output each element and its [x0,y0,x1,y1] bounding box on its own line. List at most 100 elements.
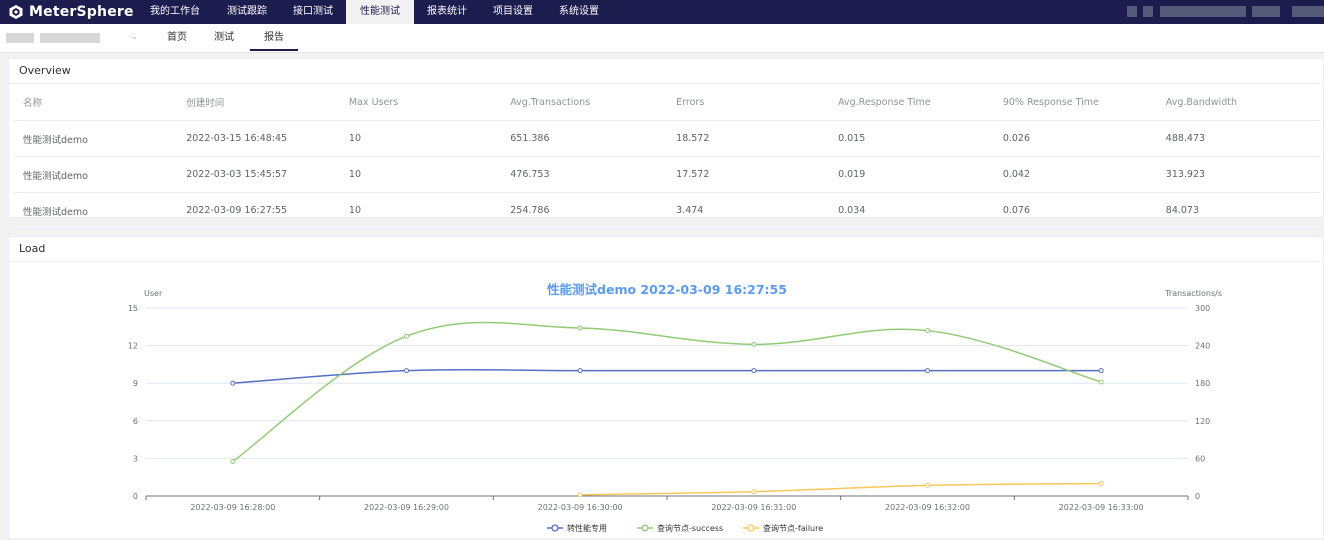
column-header: 90% Response Time [992,84,1156,121]
data-point [1098,480,1104,486]
app-name: MeterSphere [29,4,134,20]
nav-item-6[interactable]: 系统设置 [546,0,612,24]
y-right-tick-label: 120 [1195,417,1210,426]
legend-label[interactable]: 转性能专用 [567,523,607,533]
x-tick-label: 2022-03-09 16:28:00 [190,503,275,512]
data-point [577,492,583,498]
table-row[interactable]: 性能测试demo 2022-03-09 16:27:55 10 254.786 3.47… [13,192,1321,229]
legend-label[interactable]: 查询节点-failure [763,523,823,533]
table-cell: 2022-03-09 16:27:55 [176,192,339,229]
data-point [1098,368,1104,374]
table-cell: 651.386 [500,120,667,157]
overview-card: Overview 名称 创建时间 Max Users Avg.Transactions… [8,58,1324,229]
load-chart: 0 3 6 9 12 15 0 60 120 180 240 300 User Transactions/… [128,289,1222,533]
series-line-2 [580,482,1102,496]
subtab-1[interactable]: 测试 [214,24,234,51]
nav-item-1[interactable]: 测试跟踪 [214,0,280,24]
data-point [1098,379,1104,385]
y-left-tick-label: 3 [133,454,138,463]
nav-item-5[interactable]: 项目设置 [480,0,546,24]
table-cell: 10 [338,192,501,229]
y-left-tick-label: 12 [128,342,138,351]
nav-item-3[interactable]: 性能测试 [346,0,414,24]
table-cell: 0.019 [828,156,993,193]
data-point [230,380,236,386]
legend-marker [551,524,559,532]
y-left-tick-label: 9 [133,379,138,388]
top-navbar: MeterSphere 我的工作台 测试跟踪 接口测试 性能测试 报表统计 项目设置 系统设… [0,0,1324,24]
data-point [751,489,757,495]
table-cell: 3.474 [666,192,829,229]
table-cell: 0.015 [828,120,993,157]
y-left-axis-label: User [144,289,163,298]
table-cell: 0.026 [992,120,1156,157]
column-header: 创建时间 [176,84,339,121]
load-card: Load 性能测试demo 2022-03-09 16:27:55 0 3 6 9 12… [8,236,1324,539]
legend-marker [747,524,755,532]
data-point [577,325,583,331]
y-left-tick-label: 15 [128,304,138,313]
app-logo[interactable]: MeterSphere [8,4,136,20]
x-tick-label: 2022-03-09 16:30:00 [538,503,623,512]
subtab-2[interactable]: 报告 [250,24,298,51]
table-cell: 0.034 [828,192,993,229]
load-title: Load [9,237,1323,262]
table-cell: 18.572 [666,120,829,157]
table-row[interactable]: 性能测试demo 2022-03-15 16:48:45 10 651.386 18.5… [13,120,1321,157]
y-right-tick-label: 60 [1195,454,1205,463]
column-header: Avg.Transactions [500,84,667,121]
y-left-tick-label: 6 [133,417,138,426]
table-cell: 2022-03-03 15:45:57 [176,156,339,193]
column-header: 名称 [13,84,177,121]
data-point [751,368,757,374]
legend-label[interactable]: 查询节点-success [657,523,723,533]
data-point [404,368,409,374]
y-left-tick-label: 0 [133,492,138,501]
table-cell: 254.786 [500,192,667,229]
overview-title: Overview [9,59,1323,84]
data-point [577,368,583,374]
column-header: Avg.Bandwidth [1155,84,1321,121]
table-cell: 313.923 [1155,156,1321,193]
table-cell: 84.073 [1155,192,1321,229]
table-cell: 488.473 [1155,120,1321,157]
table-cell: 476.753 [500,156,667,193]
y-right-tick-label: 300 [1195,304,1210,313]
y-right-tick-label: 180 [1195,379,1210,388]
table-cell: 10 [338,120,501,157]
x-tick-label: 2022-03-09 16:29:00 [364,503,449,512]
table-cell: 0.042 [992,156,1156,193]
nav-item-0[interactable]: 我的工作台 [136,0,214,24]
data-point [230,459,236,465]
x-tick-label: 2022-03-09 16:33:00 [1059,503,1144,512]
table-cell: 10 [338,156,501,193]
series-line-1 [232,321,1102,463]
column-header: Max Users [338,84,501,121]
x-tick-label: 2022-03-09 16:32:00 [885,503,970,512]
main-nav: 我的工作台 测试跟踪 接口测试 性能测试 报表统计 项目设置 系统设置 [136,0,612,24]
table-cell: 2022-03-15 16:48:45 [176,120,339,157]
table-cell: 0.076 [992,192,1156,229]
table-cell: 性能测试demo [13,192,177,229]
column-header: Avg.Response Time [828,84,993,121]
column-header: Errors [666,84,829,121]
data-point [404,333,409,339]
nav-item-4[interactable]: 报表统计 [414,0,480,24]
table-cell: 17.572 [666,156,829,193]
data-point [751,341,757,347]
y-right-tick-label: 0 [1195,492,1200,501]
data-point [925,328,930,334]
nav-item-2[interactable]: 接口测试 [280,0,346,24]
subtab-0[interactable]: 首页 [167,24,187,51]
table-cell: 性能测试demo [13,120,177,157]
table-row[interactable]: 性能测试demo 2022-03-03 15:45:57 10 476.753 17.5… [13,156,1321,193]
chevron-down-icon[interactable]: ⌄ [131,32,138,41]
legend-marker [641,524,649,532]
series-line-0 [232,368,1102,384]
overview-table: 名称 创建时间 Max Users Avg.Transactions Errors Avg… [13,84,1321,229]
data-point [925,482,930,488]
sub-navbar: ⌄ 首页 测试 报告 [0,24,1324,53]
data-point [925,368,930,374]
y-right-tick-label: 240 [1195,342,1210,351]
metersphere-logo-icon [9,5,23,19]
